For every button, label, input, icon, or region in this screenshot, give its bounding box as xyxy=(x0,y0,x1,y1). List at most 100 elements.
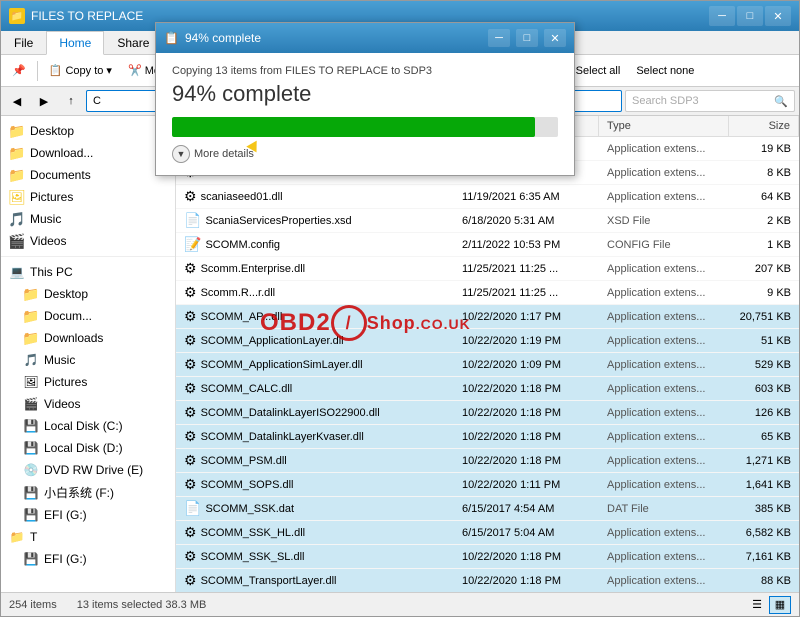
file-size-cell: 6,582 KB xyxy=(729,525,799,541)
sidebar-label: Music xyxy=(30,212,61,226)
up-button[interactable]: ↑ xyxy=(59,90,83,112)
sidebar-item-thispc[interactable]: 💻 This PC xyxy=(1,261,175,283)
sidebar-item-drive-c[interactable]: 💾 Local Disk (C:) xyxy=(1,415,175,437)
address-text: C xyxy=(93,95,101,107)
sidebar-item-drive-g1[interactable]: 💾 EFI (G:) xyxy=(1,504,175,526)
sidebar-label: T xyxy=(30,530,37,544)
sidebar-item-music1[interactable]: 🎵 Music xyxy=(1,208,175,230)
file-name-text: SCOMM_CALC.dll xyxy=(201,383,293,395)
sidebar-item-documents1[interactable]: 📁 Documents xyxy=(1,164,175,186)
table-row[interactable]: ⚙ SCOMM_SOPS.dll 10/22/2020 1:11 PM Appl… xyxy=(176,473,799,497)
sidebar-item-music2[interactable]: 🎵 Music xyxy=(1,349,175,371)
sidebar-item-documents2[interactable]: 📁 Docum... xyxy=(1,305,175,327)
table-row[interactable]: ⚙ Scomm.Enterprise.dll 11/25/2021 11:25 … xyxy=(176,257,799,281)
file-size-cell: 7,161 KB xyxy=(729,549,799,565)
more-details-label: More details xyxy=(194,148,254,160)
sidebar-item-drive-g2[interactable]: 💾 EFI (G:) xyxy=(1,548,175,570)
tab-share[interactable]: Share xyxy=(104,31,162,54)
sidebar-item-drive-e[interactable]: 💿 DVD RW Drive (E) xyxy=(1,459,175,481)
sidebar-item-desktop2[interactable]: 📁 Desktop xyxy=(1,283,175,305)
progress-bar-fill xyxy=(172,117,535,137)
sidebar-item-desktop1[interactable]: 📁 Desktop xyxy=(1,120,175,142)
file-icon: ⚙ xyxy=(184,524,197,541)
file-type-cell: Application extens... xyxy=(599,165,729,181)
status-count: 254 items xyxy=(9,599,57,611)
sidebar-label: Pictures xyxy=(44,375,87,389)
tab-file[interactable]: File xyxy=(1,31,46,54)
dialog-minimize-button[interactable]: ─ xyxy=(488,29,510,47)
file-type-cell: DAT File xyxy=(599,501,729,517)
sidebar-item-drive-f[interactable]: 💾 小白系统 (F:) xyxy=(1,481,175,504)
file-name-cell: ⚙ SCOMM_CALC.dll xyxy=(176,378,454,399)
file-name-cell: ⚙ SCOMM_DatalinkLayerKvaser.dll xyxy=(176,426,454,447)
file-icon: ⚙ xyxy=(184,452,197,469)
file-size-cell: 529 KB xyxy=(729,357,799,373)
maximize-button[interactable]: □ xyxy=(737,6,763,26)
table-row[interactable]: 📝 SCOMM.config 2/11/2022 10:53 PM CONFIG… xyxy=(176,233,799,257)
sidebar-label: 小白系统 (F:) xyxy=(44,484,114,501)
table-row[interactable]: 📄 SCOMM_SSK.dat 6/15/2017 4:54 AM DAT Fi… xyxy=(176,497,799,521)
file-name-cell: ⚙ scaniaseed01.dll xyxy=(176,186,454,207)
file-type-cell: Application extens... xyxy=(599,309,729,325)
file-size-cell: 126 KB xyxy=(729,405,799,421)
table-row[interactable]: 📄 ScaniaServicesProperties.xsd 6/18/2020… xyxy=(176,209,799,233)
table-row[interactable]: ⚙ SCOMM_ApplicationLayer.dll 10/22/2020 … xyxy=(176,329,799,353)
file-name-text: SCOMM_DatalinkLayerKvaser.dll xyxy=(201,431,364,443)
file-name-cell: ⚙ SCOMM_TransportLayer.dll xyxy=(176,570,454,591)
table-row[interactable]: ⚙ SCOMM_DatalinkLayerKvaser.dll 10/22/20… xyxy=(176,425,799,449)
dialog-maximize-button[interactable]: □ xyxy=(516,29,538,47)
sidebar-item-t[interactable]: 📁 T xyxy=(1,526,175,548)
table-row[interactable]: ⚙ SCOMM_SSK_HL.dll 6/15/2017 5:04 AM App… xyxy=(176,521,799,545)
sidebar-item-pictures2[interactable]: 🖼 Pictures xyxy=(1,371,175,393)
table-row[interactable]: ⚙ scaniaseed01.dll 11/19/2021 6:35 AM Ap… xyxy=(176,185,799,209)
dialog-title-bar: 📋 94% complete ─ □ ✕ xyxy=(156,23,574,53)
file-name-cell: ⚙ Scomm.Enterprise.dll xyxy=(176,258,454,279)
search-bar[interactable]: Search SDP3 🔍 xyxy=(625,90,795,112)
minimize-button[interactable]: ─ xyxy=(709,6,735,26)
file-name-text: SCOMM_SSK_SL.dll xyxy=(201,551,305,563)
select-all-button[interactable]: Select all xyxy=(569,61,628,81)
status-selected: 13 items selected 38.3 MB xyxy=(77,599,207,611)
forward-button[interactable]: ▶ xyxy=(32,90,56,112)
table-row[interactable]: ⚙ SCOMM_AP...dll 10/22/2020 1:17 PM Appl… xyxy=(176,305,799,329)
list-view-button[interactable]: ▦ xyxy=(769,596,791,614)
drive-icon: 💾 xyxy=(23,507,39,523)
pin-button[interactable]: 📌 xyxy=(5,60,33,81)
sidebar-item-drive-d[interactable]: 💾 Local Disk (D:) xyxy=(1,437,175,459)
copy-to-button[interactable]: 📋 Copy to ▾ xyxy=(42,60,119,81)
table-row[interactable]: ⚙ SCOMM_SSK_SL.dll 10/22/2020 1:18 PM Ap… xyxy=(176,545,799,569)
file-type-cell: Application extens... xyxy=(599,405,729,421)
folder-icon: 📁 xyxy=(9,145,25,161)
more-details-button[interactable]: ▼ More details xyxy=(172,145,558,163)
file-size-cell: 19 KB xyxy=(729,141,799,157)
select-none-button[interactable]: Select none xyxy=(629,61,701,81)
table-row[interactable]: ⚙ SCOMM_ApplicationSimLayer.dll 10/22/20… xyxy=(176,353,799,377)
table-row[interactable]: ⚙ SCOMM_PSM.dll 10/22/2020 1:18 PM Appli… xyxy=(176,449,799,473)
details-view-button[interactable]: ☰ xyxy=(746,596,768,614)
window-icon: 📁 xyxy=(9,8,25,24)
back-button[interactable]: ◀ xyxy=(5,90,29,112)
sidebar-item-downloads2[interactable]: 📁 Downloads xyxy=(1,327,175,349)
sidebar-item-videos2[interactable]: 🎬 Videos xyxy=(1,393,175,415)
drive-icon: 💾 xyxy=(23,418,39,434)
file-type-cell: Application extens... xyxy=(599,189,729,205)
sidebar-item-downloads1[interactable]: 📁 Download... xyxy=(1,142,175,164)
file-date-cell: 10/22/2020 1:18 PM xyxy=(454,429,599,445)
table-row[interactable]: ⚙ SCOMM_TransportLayer.dll 10/22/2020 1:… xyxy=(176,569,799,592)
sidebar-item-videos1[interactable]: 🎬 Videos xyxy=(1,230,175,252)
table-row[interactable]: ⚙ SCOMM_DatalinkLayerISO22900.dll 10/22/… xyxy=(176,401,799,425)
tab-home[interactable]: Home xyxy=(46,31,104,55)
file-icon: ⚙ xyxy=(184,572,197,589)
sidebar-item-pictures1[interactable]: 🖼 Pictures xyxy=(1,186,175,208)
table-row[interactable]: ⚙ SCOMM_CALC.dll 10/22/2020 1:18 PM Appl… xyxy=(176,377,799,401)
dialog-close-button[interactable]: ✕ xyxy=(544,29,566,47)
column-header-type[interactable]: Type xyxy=(599,116,729,136)
close-button[interactable]: ✕ xyxy=(765,6,791,26)
file-name-text: SCOMM_AP...dll xyxy=(201,311,283,323)
sidebar-label: Videos xyxy=(44,397,80,411)
file-type-cell: Application extens... xyxy=(599,429,729,445)
table-row[interactable]: ⚙ Scomm.R...r.dll 11/25/2021 11:25 ... A… xyxy=(176,281,799,305)
sidebar-label: Local Disk (D:) xyxy=(44,441,123,455)
column-header-size[interactable]: Size xyxy=(729,116,799,136)
sidebar-label: Downloads xyxy=(44,331,103,345)
